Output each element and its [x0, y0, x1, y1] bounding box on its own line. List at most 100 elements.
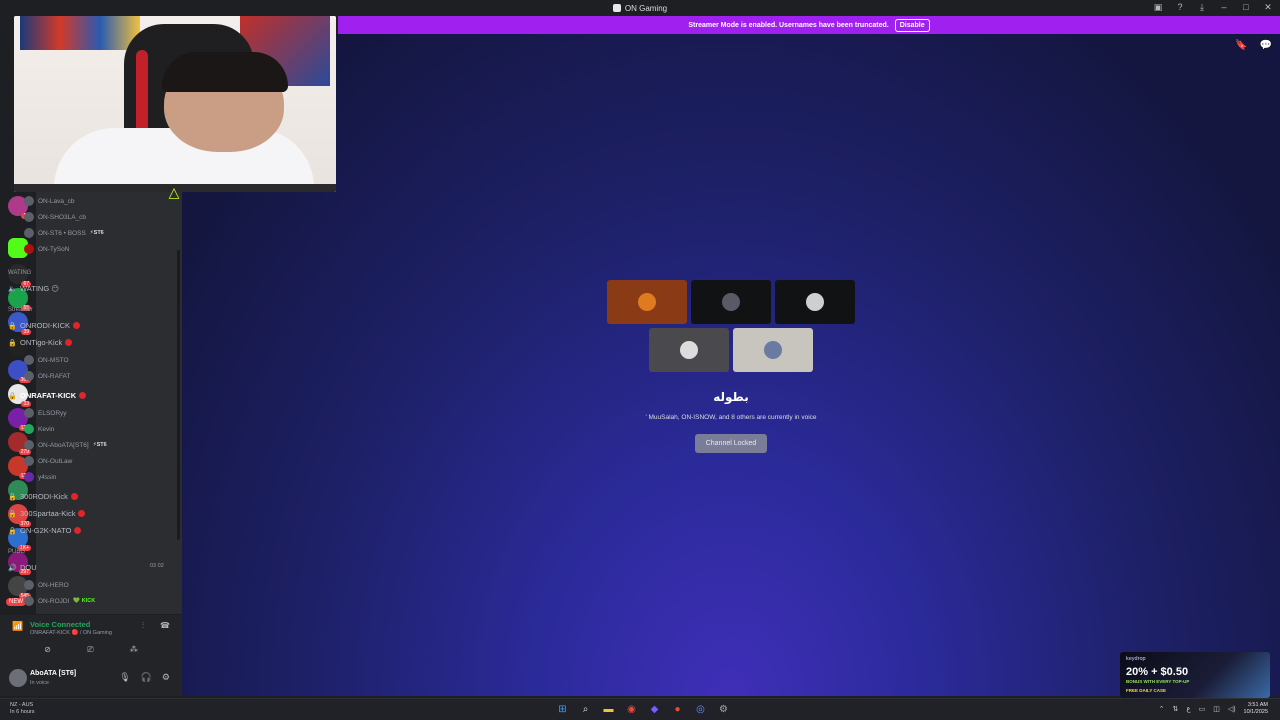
help-icon[interactable]: ? — [1174, 2, 1186, 13]
voice-user[interactable]: ON-Lava_cb — [24, 196, 75, 206]
camera-off-icon[interactable]: ⊘ — [44, 645, 51, 655]
user-tag: 💚 KICK — [73, 598, 96, 604]
app-icon[interactable]: ◆ — [647, 702, 662, 717]
keydrop-ad[interactable]: keydrop 20% + $0.50 BONUS WITH EVERY TOP… — [1120, 652, 1270, 698]
voice-channel-g2k[interactable]: 🔒 ON-G2K-NATO — [8, 526, 82, 535]
network-icon[interactable]: ◫ — [1213, 705, 1220, 713]
voice-user[interactable]: ON-MSTO — [24, 355, 69, 365]
voice-user[interactable]: ON-ROJDI 💚 KICK — [24, 596, 95, 606]
ad-footer: FREE DAILY CASE — [1126, 688, 1167, 693]
voice-user[interactable]: y4ssin — [24, 472, 56, 482]
voice-channel-waiting[interactable]: 🔈 WATING 😶 — [8, 284, 59, 293]
voice-user-name: ON-TySoN — [38, 245, 70, 253]
channel-locked-button[interactable]: Channel Locked — [695, 434, 767, 453]
participant-tile[interactable] — [775, 280, 855, 324]
gear-icon[interactable]: ⚙ — [162, 672, 170, 683]
activities-icon[interactable]: ⁂ — [130, 645, 138, 655]
user-tag: ⚡ST6 — [92, 442, 107, 448]
signal-icon[interactable]: 📶 — [12, 621, 23, 632]
voice-channel-onrafat[interactable]: 🔒 ONRAFAT-KICK — [8, 391, 87, 400]
chevron-up-icon[interactable]: ⌃ — [1159, 705, 1165, 713]
voice-user[interactable]: Kevin — [24, 424, 54, 434]
voice-user[interactable]: ON-ST6 • BOSS ⚡ST6 — [24, 228, 104, 238]
voice-user[interactable]: ON-OutLaw — [24, 456, 72, 466]
voice-user[interactable]: ON-AboATA[ST6] ⚡ST6 — [24, 440, 107, 450]
webcam-overlay — [14, 16, 336, 192]
usb-icon[interactable]: ⇅ — [1173, 705, 1179, 713]
close-icon[interactable]: ✕ — [1262, 2, 1274, 13]
voice-user[interactable]: ON-RAFAT — [24, 371, 70, 381]
speaker-icon: 🔊 — [8, 564, 17, 572]
live-indicator — [73, 322, 81, 329]
avatar — [764, 341, 782, 359]
lock-icon: 🔒 — [8, 339, 17, 347]
main-header-icons: 🔖 💬 — [1235, 40, 1272, 51]
chrome-icon[interactable]: ◉ — [624, 702, 639, 717]
category-streamer[interactable]: Streamer — [8, 307, 33, 313]
voice-user-name: Kevin — [38, 425, 55, 433]
voice-channel-300spartaa[interactable]: 🔒 300Spartaa-Kick — [8, 509, 86, 518]
noise-suppression-icon[interactable]: ⫶ — [142, 621, 144, 631]
participant-tile[interactable] — [691, 280, 771, 324]
streamer-mode-banner: Streamer Mode is enabled. Usernames have… — [338, 16, 1280, 34]
minimize-icon[interactable]: – — [1218, 2, 1230, 13]
voice-user-name: ON-Lava_cb — [38, 197, 75, 205]
weather-widget[interactable]: NZ - AUS In 6 hours — [10, 702, 34, 716]
screen-share-icon[interactable]: ⎚ — [87, 645, 93, 655]
inbox-icon[interactable]: ▣ — [1152, 2, 1164, 13]
user-name[interactable]: AboATA [ST6] — [30, 670, 76, 677]
channel-name: DOU — [20, 563, 37, 572]
display-icon[interactable]: ▭ — [1199, 705, 1206, 713]
participant-tile[interactable] — [733, 328, 813, 372]
headphones-icon[interactable]: 🎧 — [141, 672, 152, 683]
channel-scrollbar[interactable] — [177, 250, 180, 540]
windows-start-icon[interactable]: ⊞ — [555, 702, 570, 717]
avatar — [722, 293, 740, 311]
file-explorer-icon[interactable]: ▬ — [601, 702, 616, 717]
app-icon[interactable]: ⚙ — [716, 702, 731, 717]
download-icon[interactable]: ⤓ — [1196, 2, 1208, 13]
app-icon[interactable]: ◎ — [693, 702, 708, 717]
channel-title: بطوله — [713, 390, 749, 404]
voice-location[interactable]: ONRAFAT-KICK 🔴 / ON Gaming — [30, 630, 112, 636]
voice-user[interactable]: ON-SHO3LA_cb — [24, 212, 86, 222]
category-waiting[interactable]: WATING — [8, 270, 31, 276]
channel-name: WATING 😶 — [20, 284, 60, 293]
new-badge: NEW — [6, 598, 26, 606]
voice-user[interactable]: ON-TySoN — [24, 244, 69, 254]
voice-channel-ontigo[interactable]: 🔒 ONTigo-Kick — [8, 338, 73, 347]
voice-channel-300rodi[interactable]: 🔒 300RODI-Kick — [8, 492, 78, 501]
system-tray: ⌃ ⇅ ع ▭ ◫ ◁) 3:51 AM 10/1/2025 — [1159, 702, 1268, 716]
voice-user[interactable]: ELSORyy — [24, 408, 67, 418]
language-icon[interactable]: ع — [1186, 705, 1190, 713]
avatar — [806, 293, 824, 311]
voice-status[interactable]: Voice Connected — [30, 620, 90, 629]
disconnect-icon[interactable]: ☎ — [160, 621, 170, 630]
disable-button[interactable]: Disable — [894, 18, 930, 32]
bookmark-icon[interactable]: 🔖 — [1235, 40, 1247, 51]
clock[interactable]: 3:51 AM 10/1/2025 — [1244, 702, 1268, 716]
live-indicator — [65, 339, 73, 346]
channel-name: 300RODI-Kick — [20, 492, 68, 501]
server-badge: 33 — [21, 401, 31, 407]
voice-user-name: ON-OutLaw — [38, 457, 73, 465]
channel-name: 300Spartaa-Kick — [20, 509, 76, 518]
voice-user[interactable]: ON-HERO — [24, 580, 69, 590]
participant-tile[interactable] — [607, 280, 687, 324]
voice-user-name: ON-MSTO — [38, 356, 69, 364]
avatar[interactable] — [9, 669, 27, 687]
participant-tile[interactable] — [649, 328, 729, 372]
lock-icon: 🔒 — [8, 392, 17, 400]
category-pubg[interactable]: PUBG — [8, 549, 25, 555]
volume-icon[interactable]: ◁) — [1228, 705, 1236, 713]
voice-user-name: ON-HERO — [38, 581, 69, 589]
app-icon[interactable]: ● — [670, 702, 685, 717]
mic-icon[interactable]: 🎙 — [119, 672, 130, 683]
voice-channel-dou[interactable]: 🔊 DOU — [8, 563, 37, 572]
live-indicator — [70, 493, 78, 500]
chat-icon[interactable]: 💬 — [1260, 40, 1272, 51]
voice-channel-onrodi[interactable]: 🔒 ONRODI-KICK — [8, 321, 81, 330]
maximize-icon[interactable]: □ — [1240, 2, 1252, 13]
voice-user-name: ON-RAFAT — [38, 372, 71, 380]
search-icon[interactable]: ⌕ — [578, 702, 593, 717]
